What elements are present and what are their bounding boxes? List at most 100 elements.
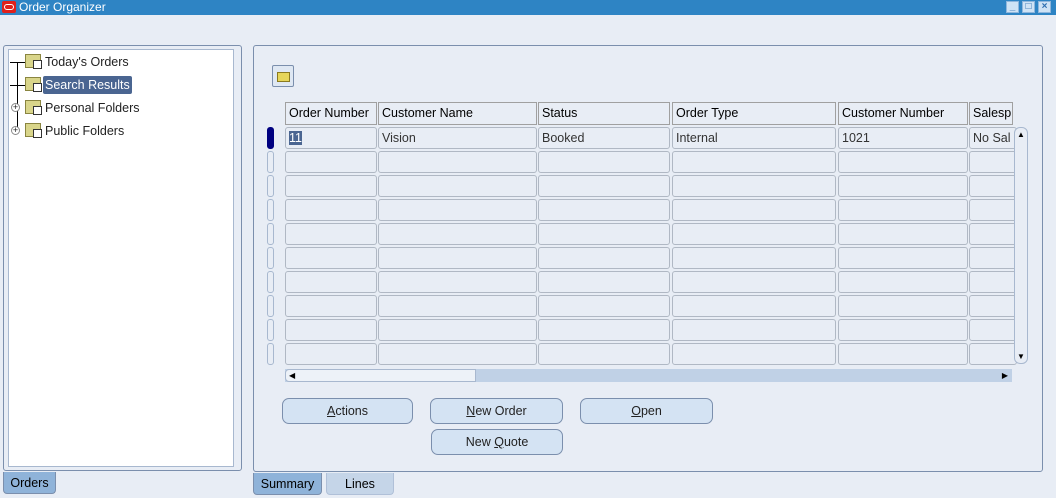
row-indicator[interactable] [267,223,274,245]
grid-cell[interactable] [378,319,537,341]
scroll-up-icon[interactable]: ▲ [1017,130,1025,139]
grid-cell[interactable] [672,319,836,341]
grid-cell[interactable] [672,247,836,269]
grid-cell[interactable] [378,247,537,269]
grid-cell[interactable] [838,151,968,173]
tree-node[interactable]: + Personal Folders [9,99,229,117]
grid-cell[interactable] [538,295,670,317]
vertical-scrollbar[interactable]: ▲ ▼ [1014,127,1028,364]
grid-cell[interactable] [672,175,836,197]
row-indicator[interactable] [267,343,274,365]
row-indicator[interactable] [267,319,274,341]
grid-cell[interactable] [838,175,968,197]
grid-cell[interactable] [538,319,670,341]
tree-node[interactable]: Today's Orders [9,53,229,71]
column-header[interactable]: Salesp [969,102,1013,125]
grid-cell[interactable] [285,271,377,293]
grid-cell[interactable] [838,223,968,245]
grid-cell[interactable] [538,271,670,293]
expand-icon[interactable]: + [11,126,20,135]
grid-cell[interactable] [285,199,377,221]
grid-cell[interactable] [285,151,377,173]
grid-cell[interactable]: Internal [672,127,836,149]
maximize-button[interactable]: □ [1022,1,1035,13]
actions-button[interactable]: Actions [282,398,413,424]
grid-cell[interactable]: 11 [285,127,377,149]
grid-cell[interactable] [672,295,836,317]
grid-cell[interactable] [838,319,968,341]
grid-cell[interactable] [969,151,1017,173]
grid-cell[interactable] [378,199,537,221]
grid-cell[interactable]: Vision [378,127,537,149]
tab-summary[interactable]: Summary [253,473,322,495]
grid-cell[interactable] [538,175,670,197]
grid-cell[interactable] [378,343,537,365]
expand-icon[interactable]: + [11,103,20,112]
row-indicator[interactable] [267,175,274,197]
grid-cell[interactable] [838,271,968,293]
grid-cell[interactable] [285,295,377,317]
minimize-button[interactable]: _ [1006,1,1019,13]
grid-cell[interactable] [969,271,1017,293]
grid-cell[interactable] [378,271,537,293]
grid-cell[interactable]: No Sal [969,127,1017,149]
new-quote-button[interactable]: New Quote [431,429,563,455]
grid-cell[interactable] [378,175,537,197]
scroll-right-icon[interactable]: ▶ [1002,369,1008,382]
grid-cell[interactable] [538,151,670,173]
grid-cell[interactable]: Booked [538,127,670,149]
grid-cell[interactable] [969,223,1017,245]
grid-cell[interactable] [285,343,377,365]
grid-cell[interactable] [838,343,968,365]
grid-cell[interactable] [538,247,670,269]
column-header[interactable]: Order Number [285,102,377,125]
grid-cell[interactable] [378,223,537,245]
folder-tree[interactable]: Today's Orders Search Results + Personal Fo… [8,49,234,467]
row-indicator[interactable] [267,271,274,293]
scroll-down-icon[interactable]: ▼ [1017,352,1025,361]
open-button[interactable]: Open [580,398,713,424]
grid-cell[interactable] [378,151,537,173]
grid-cell[interactable] [672,343,836,365]
column-header[interactable]: Customer Name [378,102,537,125]
grid-cell[interactable] [538,223,670,245]
tab-orders[interactable]: Orders [3,472,56,494]
tree-node[interactable]: + Public Folders [9,122,229,140]
grid-cell[interactable] [538,343,670,365]
new-order-button[interactable]: New Order [430,398,563,424]
row-indicator[interactable] [267,247,274,269]
row-indicator[interactable] [267,127,274,149]
grid-cell[interactable] [969,175,1017,197]
scroll-left-icon[interactable]: ◀ [289,370,295,381]
close-button[interactable]: × [1038,1,1051,13]
column-header[interactable]: Status [538,102,670,125]
row-indicator[interactable] [267,199,274,221]
grid-cell[interactable] [672,223,836,245]
grid-cell[interactable] [378,295,537,317]
grid-cell[interactable] [838,199,968,221]
row-indicator[interactable] [267,295,274,317]
grid-cell[interactable] [672,271,836,293]
grid-cell[interactable] [538,199,670,221]
tab-lines[interactable]: Lines [326,473,394,495]
grid-cell[interactable] [672,151,836,173]
grid-cell[interactable] [969,343,1017,365]
grid-cell[interactable] [285,223,377,245]
scroll-thumb[interactable]: ◀ [285,369,476,382]
grid-cell[interactable] [838,247,968,269]
horizontal-scrollbar[interactable]: ◀ ▶ [285,369,1012,382]
row-indicator[interactable] [267,151,274,173]
grid-cell[interactable] [838,295,968,317]
grid-cell[interactable] [285,319,377,341]
grid-cell[interactable]: 1021 [838,127,968,149]
grid-cell[interactable] [969,295,1017,317]
grid-cell[interactable] [969,247,1017,269]
open-folder-toolbar-button[interactable] [272,65,294,87]
grid-cell[interactable] [285,175,377,197]
grid-cell[interactable] [672,199,836,221]
grid-cell[interactable] [285,247,377,269]
column-header[interactable]: Customer Number [838,102,968,125]
column-header[interactable]: Order Type [672,102,836,125]
grid-cell[interactable] [969,319,1017,341]
grid-cell[interactable] [969,199,1017,221]
